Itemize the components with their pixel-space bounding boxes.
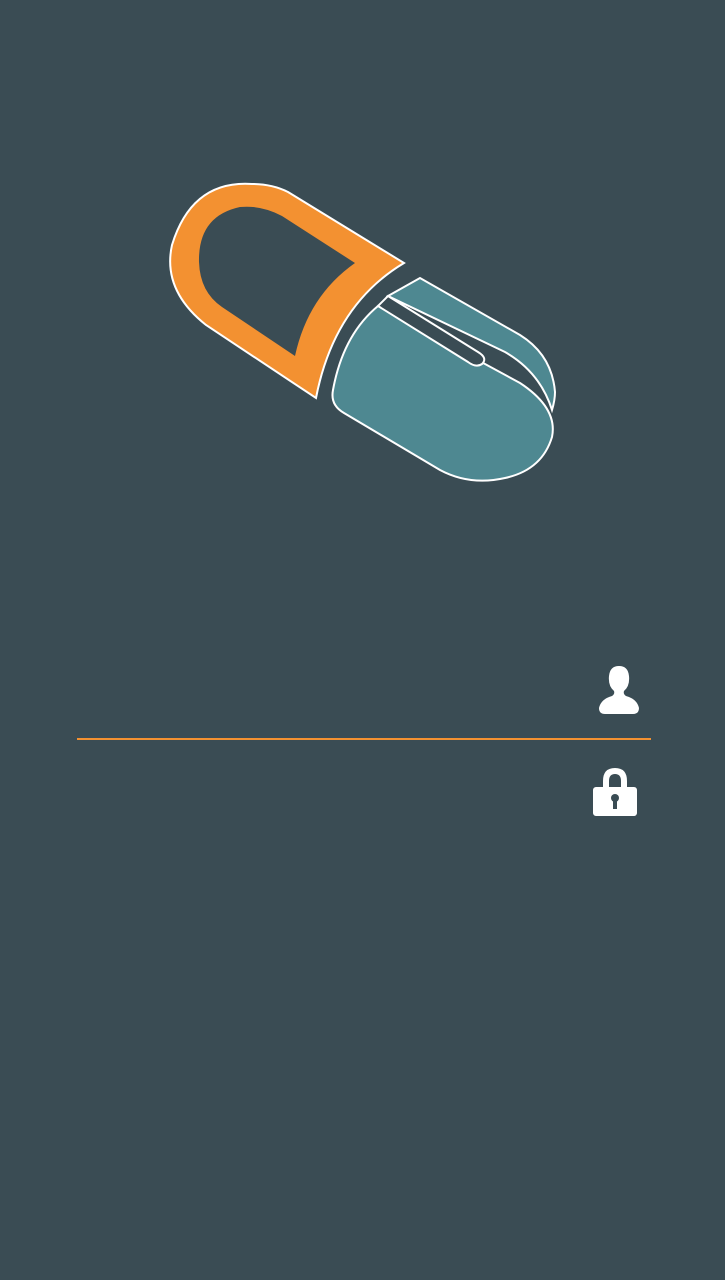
capsule-pill-icon (169, 182, 557, 482)
password-field (77, 766, 651, 840)
password-input[interactable] (77, 766, 577, 840)
username-input[interactable] (77, 664, 577, 738)
username-field (77, 664, 651, 740)
user-icon (599, 666, 639, 714)
login-screen (0, 0, 725, 1280)
lock-icon (593, 768, 637, 816)
